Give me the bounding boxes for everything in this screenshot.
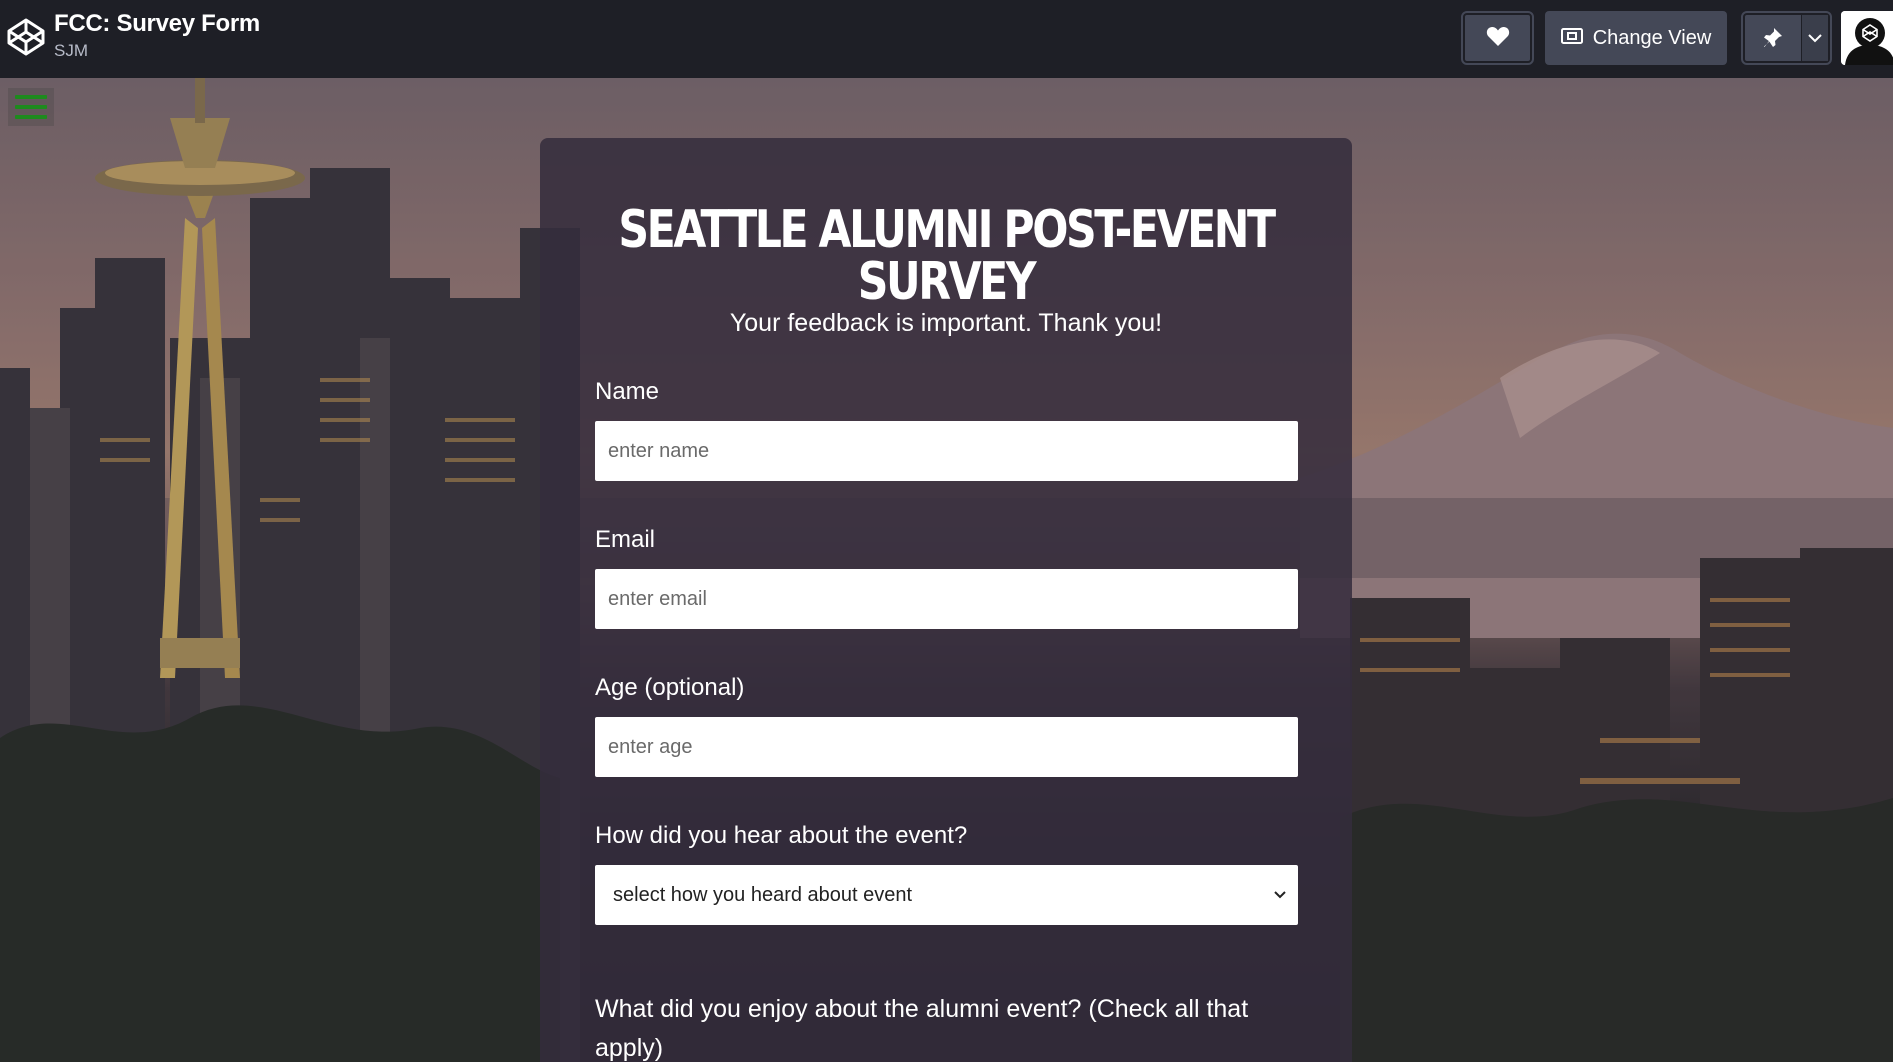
change-view-button[interactable]: Change View [1545,11,1727,65]
hamburger-menu-icon[interactable] [8,88,54,126]
chevron-down-icon [1273,886,1287,904]
pen-author[interactable]: SJM [54,41,88,61]
survey-form-card: SEATTLE ALUMNI POST-EVENT SURVEY Your fe… [540,138,1352,1062]
top-bar: FCC: Survey Form SJM Change View [0,0,1893,78]
change-view-label: Change View [1592,26,1712,49]
referral-dropdown[interactable]: select how you heard about event [595,865,1298,925]
codepen-logo-icon[interactable] [6,17,46,57]
avatar[interactable] [1841,11,1893,65]
email-field[interactable] [595,569,1298,629]
chevron-down-icon[interactable] [1801,15,1828,61]
heart-icon [1486,25,1510,52]
name-field[interactable] [595,421,1298,481]
pin-button[interactable] [1741,11,1832,65]
referral-selected-value: select how you heard about event [613,883,913,906]
form-heading: SEATTLE ALUMNI POST-EVENT SURVEY [618,200,1276,312]
pin-icon[interactable] [1745,15,1801,61]
heart-button[interactable] [1461,11,1534,65]
age-field[interactable] [595,717,1298,777]
age-label: Age (optional) [595,674,745,701]
change-view-icon [1560,27,1583,50]
email-label: Email [595,526,656,553]
enjoy-question: What did you enjoy about the alumni even… [595,995,1249,1062]
referral-label: How did you hear about the event? [595,822,968,849]
name-label: Name [595,378,660,405]
pen-title[interactable]: FCC: Survey Form [54,10,260,38]
form-subheading: Your feedback is important. Thank you! [729,309,1163,337]
